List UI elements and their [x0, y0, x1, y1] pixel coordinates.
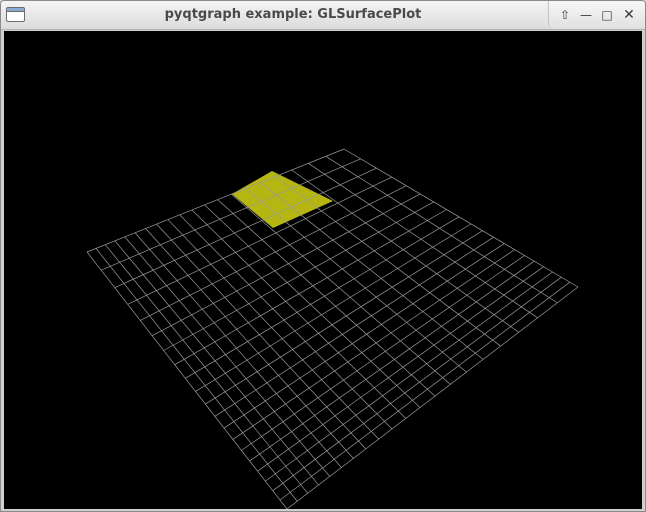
scene-background — [4, 31, 642, 509]
close-icon[interactable]: ✕ — [621, 7, 637, 23]
window-title: pyqtgraph example: GLSurfacePlot — [164, 7, 422, 22]
minimize-icon[interactable]: — — [578, 7, 594, 23]
gl-scene[interactable] — [4, 31, 642, 509]
maximize-icon[interactable]: □ — [599, 7, 615, 23]
arrow-up-icon[interactable]: ⇧ — [557, 7, 573, 23]
gl-viewport[interactable] — [4, 31, 642, 509]
window-controls: ⇧ — □ ✕ — [548, 1, 645, 29]
title-bar[interactable]: pyqtgraph example: GLSurfacePlot ⇧ — □ ✕ — [1, 1, 645, 30]
app-window: pyqtgraph example: GLSurfacePlot ⇧ — □ ✕ — [0, 0, 646, 512]
